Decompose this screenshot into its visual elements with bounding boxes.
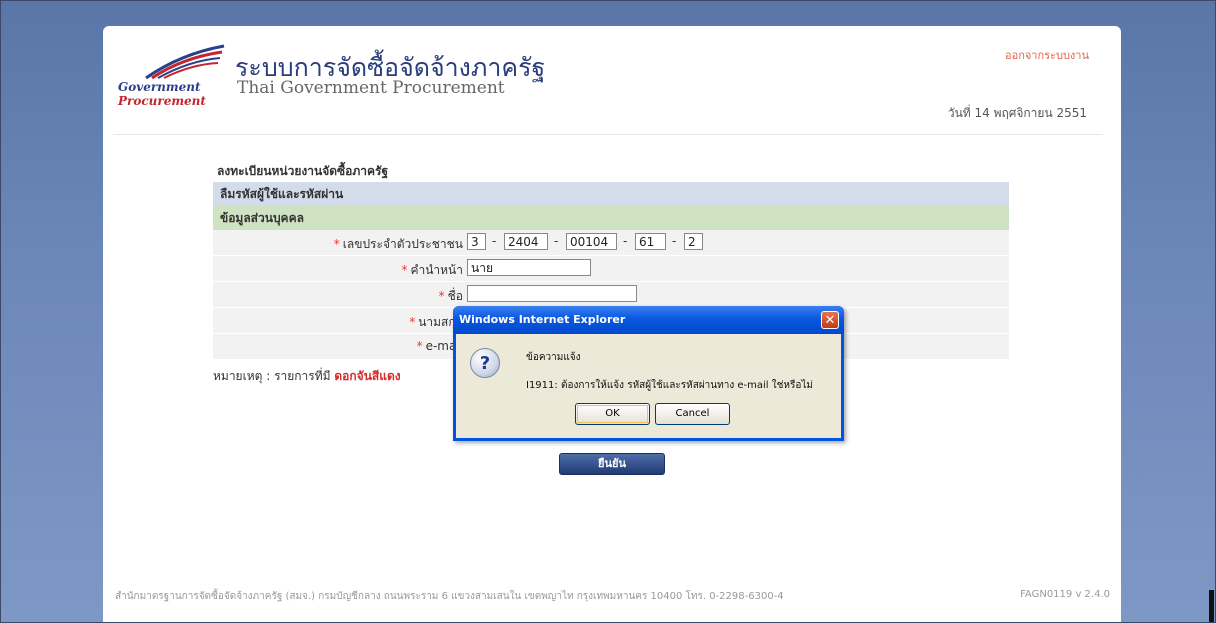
row-name-title: * คำนำหน้า นาย xyxy=(213,256,1009,282)
row-national-id: * เลขประจำตัวประชาชน 3 - 2404 - 00104 - 6… xyxy=(213,230,1009,256)
row-first-name: * ชื่อ xyxy=(213,282,1009,308)
form-title: ลงทะเบียนหน่วยงานจัดซื้อภาครัฐ xyxy=(217,164,389,178)
logo-text-government: Government xyxy=(118,80,201,94)
government-procurement-logo: Government Procurement xyxy=(118,44,228,108)
national-id-part-2[interactable]: 2404 xyxy=(504,233,548,250)
current-date: วันที่ 14 พฤศจิกายน 2551 xyxy=(947,106,1087,120)
required-star-icon: * xyxy=(438,289,445,303)
close-icon[interactable]: ✕ xyxy=(821,311,839,329)
national-id-label: * เลขประจำตัวประชาชน xyxy=(333,237,463,251)
name-title-field[interactable]: นาย xyxy=(467,259,591,276)
dialog-titlebar[interactable]: Windows Internet Explorer ✕ xyxy=(453,306,844,334)
first-name-field[interactable] xyxy=(467,285,637,302)
required-star-icon: * xyxy=(416,339,423,353)
section-personal-info: ข้อมูลส่วนบุคคล xyxy=(213,206,1009,230)
required-note-highlight: ดอกจันสีแดง xyxy=(334,369,401,383)
dash-separator: - xyxy=(554,234,559,248)
logo-swoosh-icon xyxy=(145,44,225,80)
first-name-label: * ชื่อ xyxy=(438,289,463,303)
national-id-part-3[interactable]: 00104 xyxy=(566,233,617,250)
dash-separator: - xyxy=(492,234,497,248)
submit-button[interactable]: ยืนยัน xyxy=(559,453,665,475)
national-id-part-1[interactable]: 3 xyxy=(467,233,486,250)
cancel-button[interactable]: Cancel xyxy=(655,403,730,425)
required-star-icon: * xyxy=(409,315,416,329)
question-icon: ? xyxy=(470,348,500,378)
footer-version: FAGN0119 v 2.4.0 xyxy=(1020,589,1110,600)
national-id-part-5[interactable]: 2 xyxy=(684,233,703,250)
dialog-body: ? ข้อความแจ้ง I1911: ต้องการให้แจ้ง รหัส… xyxy=(456,334,841,438)
dialog-message-heading: ข้อความแจ้ง xyxy=(526,352,581,363)
logo-text-procurement: Procurement xyxy=(118,94,206,108)
ok-button[interactable]: OK xyxy=(575,403,650,425)
header-divider xyxy=(113,134,1103,135)
section-forgot-credentials: ลืมรหัสผู้ใช้และรหัสผ่าน xyxy=(213,182,1009,206)
footer: สำนักมาตรฐานการจัดซื้อจัดจ้างภาครัฐ (สมจ… xyxy=(115,589,1110,604)
required-star-icon: * xyxy=(333,237,340,251)
system-title-english: Thai Government Procurement xyxy=(237,78,505,98)
dialog-message-body: I1911: ต้องการให้แจ้ง รหัสผู้ใช้และรหัสผ… xyxy=(526,380,814,391)
window-edge-bar xyxy=(1209,590,1214,622)
dash-separator: - xyxy=(623,234,628,248)
logout-link[interactable]: ออกจากระบบงาน xyxy=(1005,46,1089,64)
confirm-dialog: Windows Internet Explorer ✕ ? ข้อความแจ้… xyxy=(453,306,844,441)
national-id-part-4[interactable]: 61 xyxy=(635,233,666,250)
required-star-icon: * xyxy=(401,263,408,277)
dialog-title: Windows Internet Explorer xyxy=(459,313,626,326)
dash-separator: - xyxy=(672,234,677,248)
name-title-label: * คำนำหน้า xyxy=(401,263,463,277)
footer-address: สำนักมาตรฐานการจัดซื้อจัดจ้างภาครัฐ (สมจ… xyxy=(115,591,784,602)
